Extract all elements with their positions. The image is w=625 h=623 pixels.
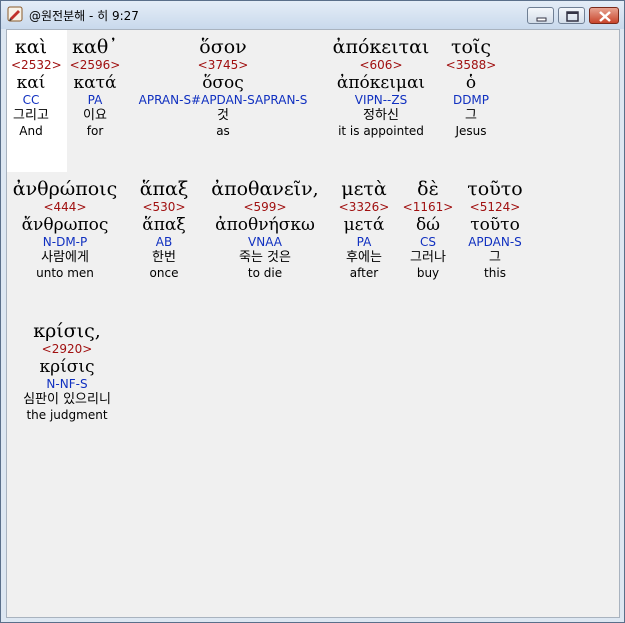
- lemma: ἀποθνήσκω: [215, 215, 315, 235]
- strong-number[interactable]: <1161>: [401, 200, 455, 215]
- strong-number[interactable]: <2920>: [9, 342, 125, 357]
- word-cell[interactable]: μετὰ <3326> μετά PA 후에는 after: [331, 178, 397, 281]
- english-gloss: once: [149, 266, 179, 280]
- greek-word: καθ᾽: [72, 36, 118, 58]
- english-gloss: it is appointed: [338, 124, 424, 138]
- english-gloss: for: [86, 124, 104, 138]
- parsing-code: VIPN--ZS: [354, 93, 408, 107]
- interlinear-pane[interactable]: καὶ <2532> καί CC 그리고 And καθ᾽ <2596> κα…: [6, 29, 620, 618]
- parsing-code: N-DM-P: [42, 235, 88, 249]
- title-bar[interactable]: @원전분해 - 히 9:27: [1, 1, 624, 29]
- minimize-button[interactable]: [527, 7, 554, 24]
- parsing-code: AB: [155, 235, 173, 249]
- greek-word: ὅσον: [199, 36, 247, 58]
- strong-number[interactable]: <3588>: [445, 58, 497, 73]
- parsing-code: N-NF-S: [46, 377, 88, 391]
- strong-number[interactable]: <3326>: [331, 200, 397, 215]
- app-window: @원전분해 - 히 9:27 καὶ <2532> καί CC 그리고 And…: [0, 0, 625, 623]
- parsing-code: VNAA: [248, 235, 282, 249]
- english-gloss: And: [19, 124, 43, 138]
- korean-gloss: 그: [489, 250, 501, 265]
- greek-word: τοῖς: [450, 36, 492, 58]
- strong-number[interactable]: <2532>: [11, 58, 62, 73]
- word-cell[interactable]: ἀνθρώποις <444> ἄνθρωπος N-DM-P 사람에게 unt…: [9, 178, 121, 281]
- parsing-code: APRAN-S#APDAN-SAPRAN-S: [138, 93, 308, 107]
- korean-gloss: 그: [465, 108, 477, 123]
- lemma: τοῦτο: [470, 215, 520, 235]
- parsing-code: CS: [420, 235, 436, 249]
- korean-gloss: 것: [217, 108, 229, 123]
- korean-gloss: 죽는 것은: [239, 250, 291, 265]
- greek-word: ἀπόκειται: [332, 36, 430, 58]
- parsing-code: CC: [22, 93, 40, 107]
- greek-word: ἅπαξ: [139, 178, 189, 200]
- lemma: ἀπόκειμαι: [336, 73, 426, 93]
- word-cell[interactable]: τοῦτο <5124> τοῦτο APDAN-S 그 this: [459, 178, 531, 281]
- word-cell[interactable]: ὅσον <3745> ὅσος APRAN-S#APDAN-SAPRAN-S …: [132, 36, 314, 139]
- strong-number[interactable]: <444>: [9, 200, 121, 215]
- close-icon: [599, 11, 611, 22]
- korean-gloss: 후에는: [346, 250, 382, 265]
- lemma: δώ: [415, 215, 441, 235]
- parsing-code: PA: [356, 235, 372, 249]
- lemma: μετά: [343, 215, 385, 235]
- strong-number[interactable]: <2596>: [69, 58, 121, 73]
- word-cell[interactable]: τοῖς <3588> ὁ DDMP 그 Jesus: [445, 36, 497, 139]
- korean-gloss: 사람에게: [41, 250, 89, 265]
- word-cell[interactable]: ἀπόκειται <606> ἀπόκειμαι VIPN--ZS 정하신 i…: [322, 36, 440, 139]
- word-cell[interactable]: κρίσις, <2920> κρίσις N-NF-S 심판이 있으리니 th…: [9, 320, 125, 423]
- strong-number[interactable]: <599>: [204, 200, 326, 215]
- korean-gloss: 심판이 있으리니: [23, 392, 111, 407]
- parsing-code: PA: [87, 93, 103, 107]
- parsing-code: DDMP: [452, 93, 490, 107]
- english-gloss: this: [484, 266, 506, 280]
- english-gloss: the judgment: [26, 408, 108, 422]
- close-button[interactable]: [589, 7, 619, 24]
- english-gloss: as: [216, 124, 230, 138]
- parsing-code: APDAN-S: [468, 235, 522, 249]
- lemma: ὅσος: [202, 73, 244, 93]
- lemma: καί: [16, 73, 46, 93]
- lemma: ἅπαξ: [142, 215, 186, 235]
- maximize-icon: [566, 11, 579, 22]
- window-title: @원전분해 - 히 9:27: [29, 9, 139, 23]
- english-gloss: buy: [416, 266, 440, 280]
- english-gloss: after: [349, 266, 379, 280]
- english-gloss: to die: [247, 266, 283, 280]
- minimize-icon: [536, 17, 547, 22]
- word-cell[interactable]: δὲ <1161> δώ CS 그러나 buy: [401, 178, 455, 281]
- korean-gloss: 이요: [83, 108, 107, 123]
- greek-word: μετὰ: [341, 178, 387, 200]
- english-gloss: Jesus: [455, 124, 487, 138]
- korean-gloss: 그리고: [13, 108, 49, 123]
- word-cell[interactable]: καὶ <2532> καί CC 그리고 And: [11, 36, 62, 139]
- bible-app-icon[interactable]: [7, 6, 23, 22]
- word-cell[interactable]: καθ᾽ <2596> κατά PA 이요 for: [69, 36, 121, 139]
- korean-gloss: 정하신: [363, 108, 399, 123]
- korean-gloss: 한번: [152, 250, 176, 265]
- greek-word: ἀνθρώποις: [12, 178, 118, 200]
- lemma: ὁ: [465, 73, 477, 93]
- word-cell[interactable]: ἀποθανεῖν, <599> ἀποθνήσκω VNAA 죽는 것은 to…: [204, 178, 326, 281]
- strong-number[interactable]: <606>: [322, 58, 440, 73]
- lemma: ἄνθρωπος: [21, 215, 109, 235]
- greek-word: δὲ: [417, 178, 439, 200]
- lemma: κρίσις: [39, 357, 95, 377]
- greek-word: καὶ: [14, 36, 48, 58]
- greek-word: ἀποθανεῖν,: [211, 178, 319, 200]
- strong-number[interactable]: <530>: [133, 200, 195, 215]
- word-cell[interactable]: ἅπαξ <530> ἅπαξ AB 한번 once: [133, 178, 195, 281]
- strong-number[interactable]: <3745>: [132, 58, 314, 73]
- greek-word: κρίσις,: [33, 320, 101, 342]
- korean-gloss: 그러나: [410, 250, 446, 265]
- strong-number[interactable]: <5124>: [459, 200, 531, 215]
- english-gloss: unto men: [36, 266, 94, 280]
- greek-word: τοῦτο: [467, 178, 523, 200]
- lemma: κατά: [73, 73, 117, 93]
- maximize-button[interactable]: [558, 7, 585, 24]
